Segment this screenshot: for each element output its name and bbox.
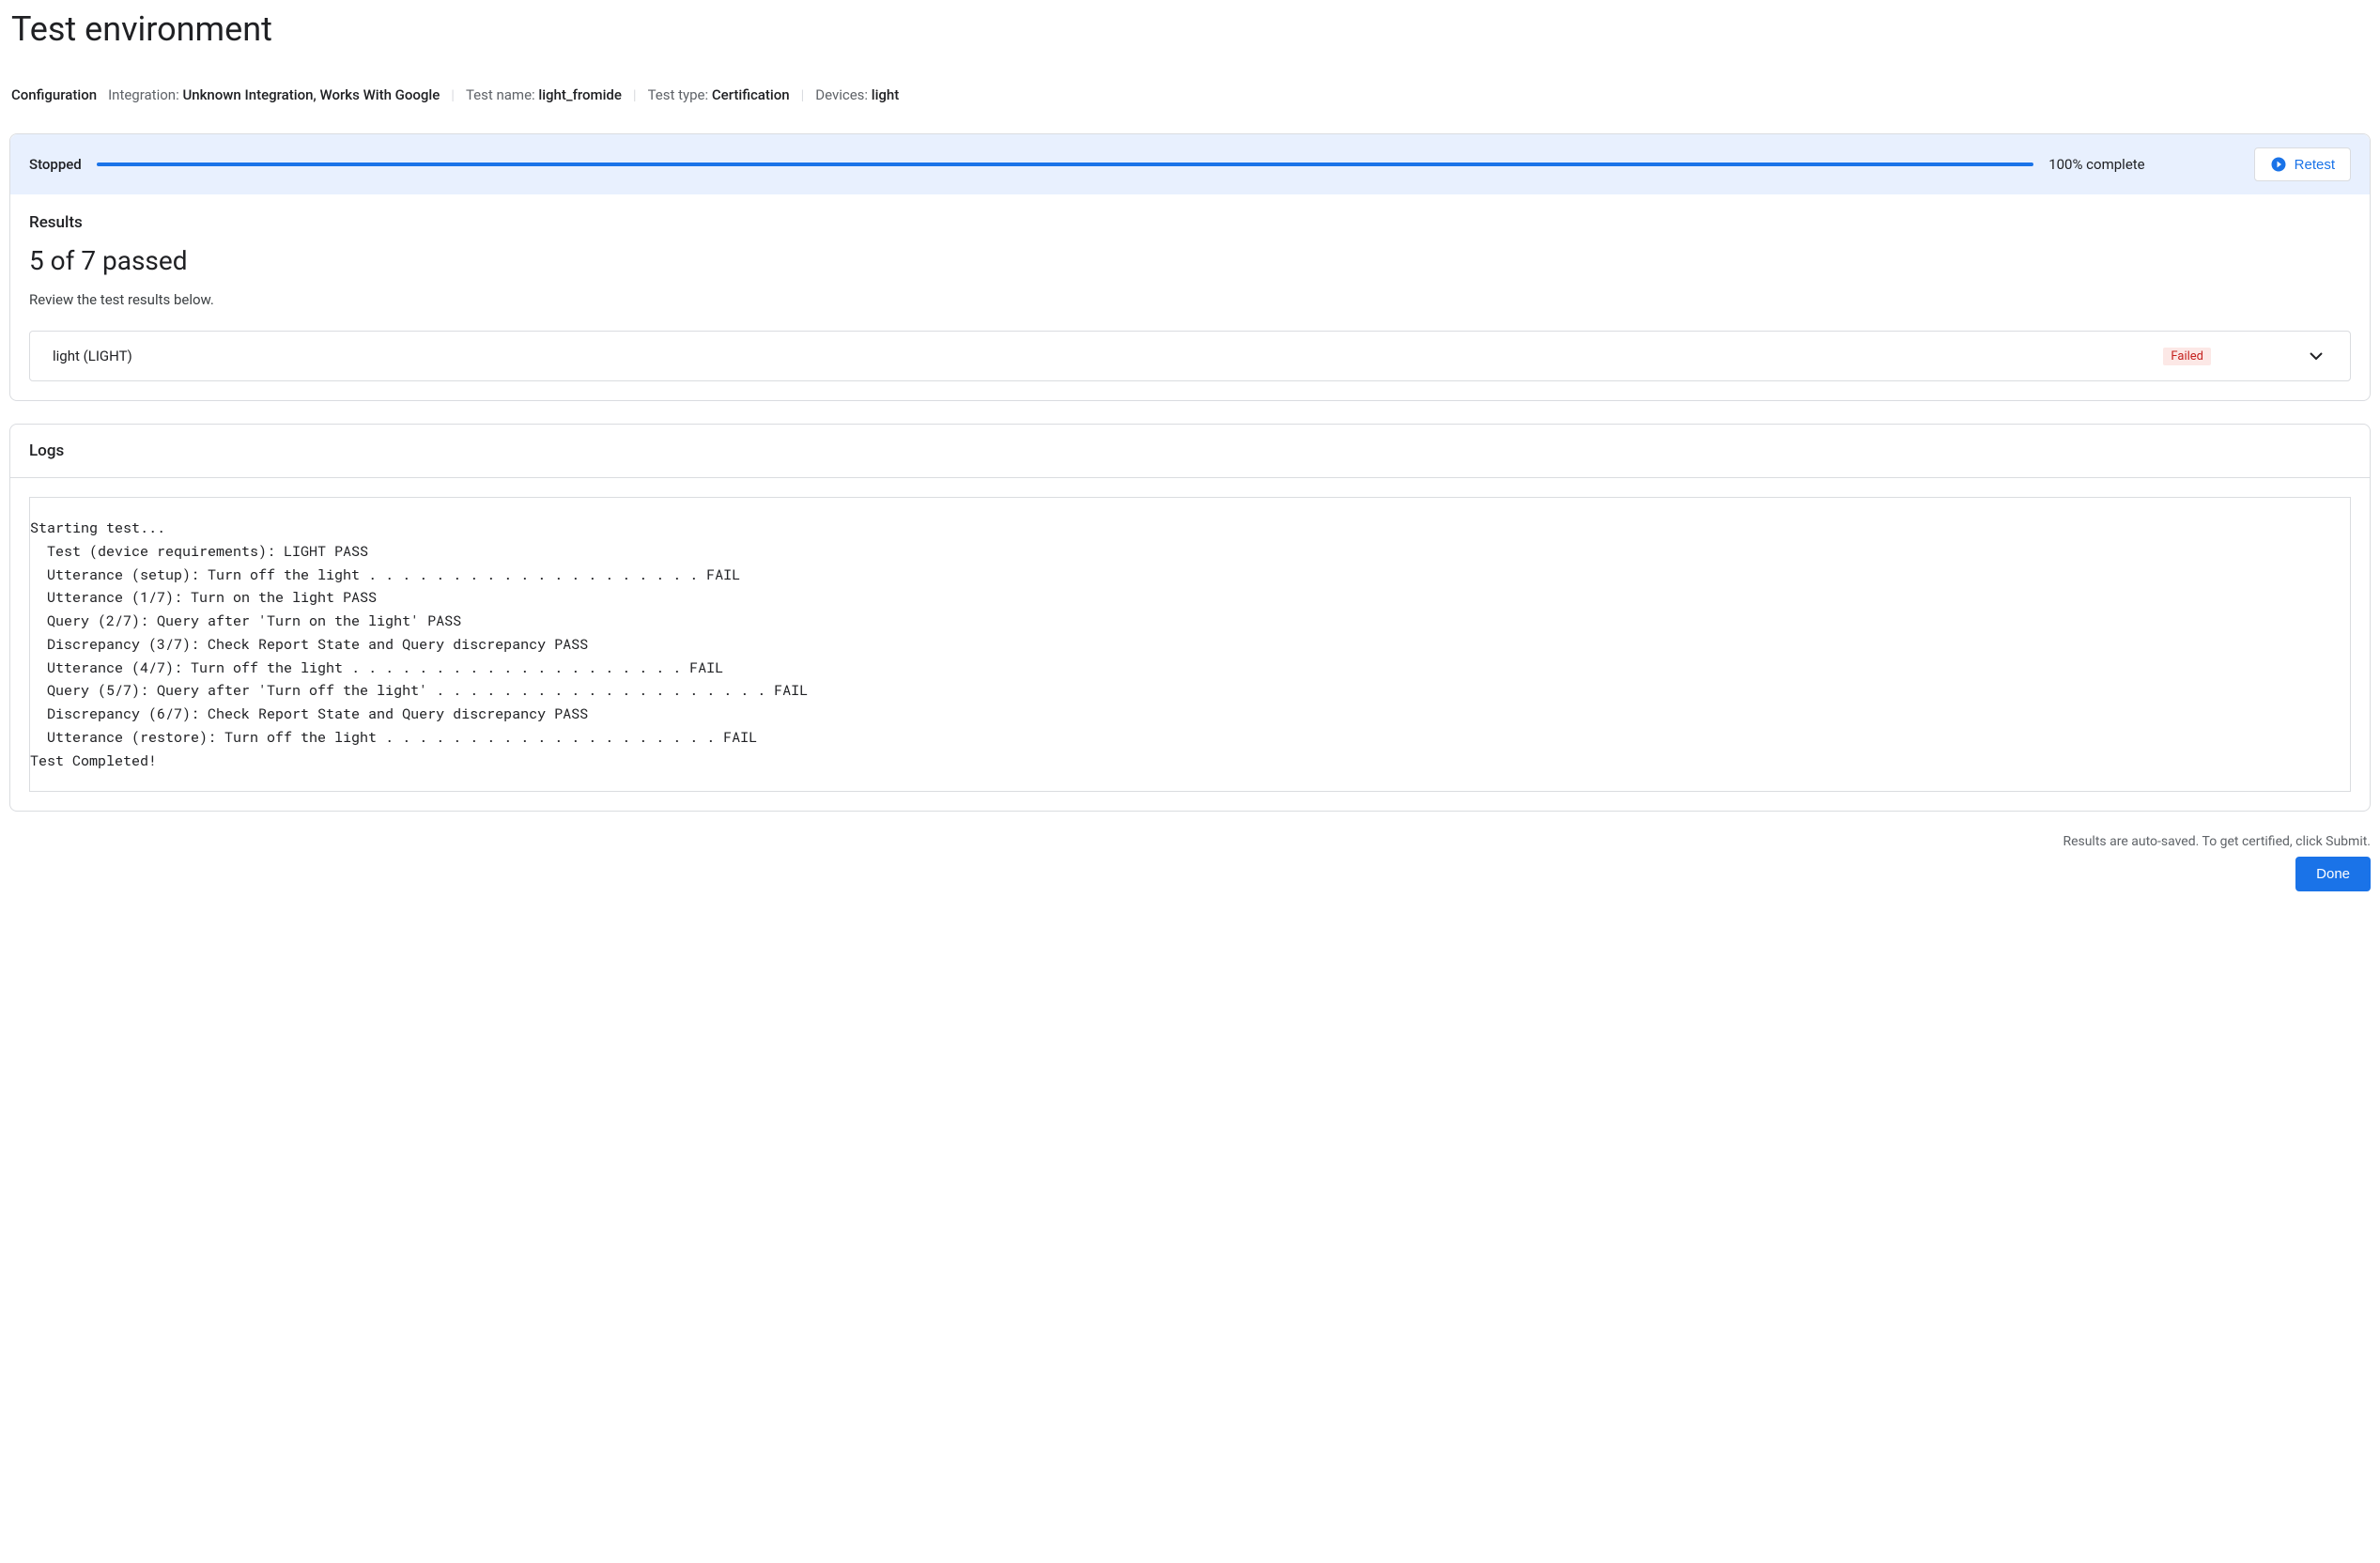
progress-bar (97, 162, 2033, 166)
retest-button[interactable]: Retest (2254, 147, 2351, 181)
integration-label: Integration: (108, 86, 179, 103)
results-section: Results 5 of 7 passed Review the test re… (10, 194, 2370, 400)
test-type-config: Test type: Certification (648, 86, 790, 103)
result-name: light (LIGHT) (53, 348, 132, 364)
configuration-heading: Configuration (11, 86, 97, 103)
test-name-value: light_fromide (538, 86, 622, 103)
logs-content-wrapper: Starting test... Test (device requiremen… (10, 478, 2370, 811)
test-name-label: Test name: (466, 86, 535, 103)
completion-text: 100% complete (2048, 156, 2144, 173)
results-count: 5 of 7 passed (29, 245, 2351, 276)
devices-value: light (872, 86, 899, 103)
retest-label: Retest (2295, 157, 2335, 173)
footer-actions: Done (9, 857, 2371, 891)
test-type-value: Certification (712, 86, 790, 103)
status-state: Stopped (29, 156, 82, 173)
logs-heading: Logs (10, 425, 2370, 478)
config-divider: | (633, 86, 637, 103)
status-bar: Stopped 100% complete Retest (10, 134, 2370, 194)
play-circle-icon (2270, 156, 2287, 173)
footer-row: Results are auto-saved. To get certified… (9, 834, 2371, 849)
config-divider: | (451, 86, 455, 103)
logs-card: Logs Starting test... Test (device requi… (9, 424, 2371, 812)
results-card: Stopped 100% complete Retest Results 5 o… (9, 133, 2371, 401)
progress-fill (97, 162, 2033, 166)
results-heading: Results (29, 213, 2351, 232)
page-title: Test environment (11, 9, 2371, 49)
test-name-config: Test name: light_fromide (466, 86, 622, 103)
integration-config: Integration: Unknown Integration, Works … (108, 86, 440, 103)
logs-output: Starting test... Test (device requiremen… (29, 497, 2351, 792)
results-subtext: Review the test results below. (29, 291, 2351, 308)
integration-value: Unknown Integration, Works With Google (182, 86, 440, 103)
auto-save-text: Results are auto-saved. To get certified… (2063, 834, 2371, 849)
result-row-right: Failed (2163, 345, 2327, 367)
status-badge: Failed (2163, 348, 2211, 365)
config-divider: | (801, 86, 805, 103)
chevron-down-icon (2305, 345, 2327, 367)
configuration-row: Configuration Integration: Unknown Integ… (11, 86, 2371, 103)
devices-config: Devices: light (815, 86, 899, 103)
done-button[interactable]: Done (2295, 857, 2371, 891)
devices-label: Devices: (815, 86, 868, 103)
result-row[interactable]: light (LIGHT) Failed (29, 331, 2351, 381)
test-type-label: Test type: (648, 86, 709, 103)
